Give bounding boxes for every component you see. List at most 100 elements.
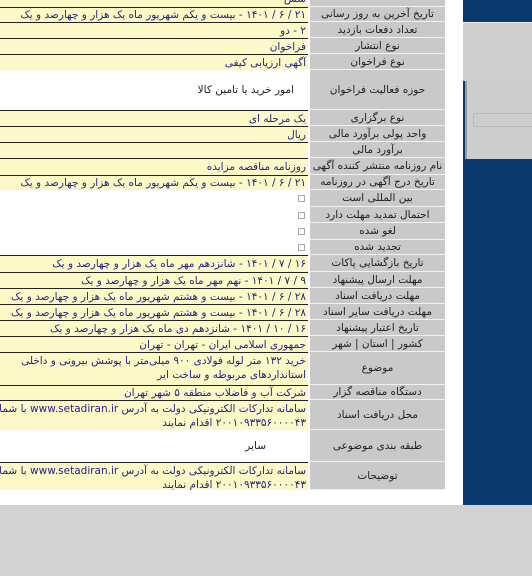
row-label (310, 0, 445, 7)
table-row: نام روزنامه منتشر کننده آگهی روزنامه مناق… (0, 158, 445, 175)
table-row: مهلت دریافت سایر اسناد ۲۸ / ۶ / ۱۴۰۱ - بی… (0, 304, 445, 320)
row-value: شش (0, 0, 308, 7)
table-row: نوع برگزاری یک مرحله ای (0, 110, 445, 126)
checkbox[interactable] (298, 211, 305, 219)
checkbox[interactable] (298, 244, 305, 251)
row-value (0, 142, 308, 158)
row-label: دستگاه مناقصه گزار (310, 385, 445, 400)
table-row: مهلت ارسال پیشنهاد ۹ / ۷ / ۱۴۰۱ - نهم مهر… (0, 272, 445, 288)
gutter (455, 0, 463, 505)
row-label: تاریخ اعتبار پیشنهاد (310, 320, 445, 336)
table-row: تاریخ درج آگهی در روزنامه ۲۱ / ۶ / ۱۴۰۱ -… (0, 175, 445, 190)
value-text: شرکت آب و فاضلاب منطقه ۵ شهر تهران (123, 387, 306, 399)
row-label: تعداد دفعات بازدید (310, 22, 445, 38)
value-line: سامانه تدارکات الکترونیکی دولت به آدرس w… (0, 403, 306, 415)
value-text: ۲۸ / ۶ / ۱۴۰۱ - بیست و هشتم شهریور ماه ی… (11, 290, 306, 303)
value-text: ۲۸ / ۶ / ۱۴۰۱ - بیست و هشتم شهریور ماه ی… (11, 306, 306, 319)
table-row: حوزه فعالیت فراخوان امور خرید یا تامین کا… (0, 70, 445, 110)
value-text: ۲۱ / ۶ / ۱۴۰۱ - بیست و یکم شهریور ماه یک… (20, 9, 306, 21)
table-row: کشور | استان | شهر جمهوری اسلامی ایران - … (0, 336, 445, 352)
table-row: شش (0, 0, 445, 7)
value-text: ۱۶ / ۱۰ / ۱۴۰۱ - شانزدهم دی ماه یک هزار … (50, 322, 306, 335)
row-value: ریال (0, 126, 308, 142)
row-value: ۹ / ۷ / ۱۴۰۱ - نهم مهر ماه یک هزار و چها… (0, 272, 308, 288)
value-line: ۲۰۰۱۰۹۳۳۵۶۰۰۰۰۴۳ اقدام نمایند (162, 417, 306, 429)
value-text: امور خرید یا تامین کالا (197, 84, 294, 96)
row-value: فراخوان (0, 38, 308, 54)
value-text: جمهوری اسلامی ایران - تهران - تهران (139, 338, 306, 351)
value-text: ۹ / ۷ / ۱۴۰۱ - نهم مهر ماه یک هزار و چها… (81, 274, 306, 287)
row-label: مهلت ارسال پیشنهاد (310, 272, 445, 288)
row-label: مهلت دریافت اسناد (310, 288, 445, 304)
side-panel-input[interactable] (473, 113, 532, 127)
table-row: طبقه بندی موضوعی سایر (0, 430, 445, 462)
row-label: تاریخ درج آگهی در روزنامه (310, 175, 445, 190)
row-value (0, 190, 308, 207)
table-row: نوع فراخوان آگهی ارزیابی کیفی (0, 54, 445, 70)
row-label: تاریخ بازگشایی پاکات (310, 255, 445, 272)
table-row: تجدید شده (0, 240, 445, 255)
table-row: بین المللی است (0, 190, 445, 207)
row-value: ۲۱ / ۶ / ۱۴۰۱ - بیست و یکم شهریور ماه یک… (0, 175, 308, 190)
row-label: مهلت دریافت سایر اسناد (310, 304, 445, 320)
row-label: محل دریافت اسناد (310, 400, 445, 430)
row-value: ۲۸ / ۶ / ۱۴۰۱ - بیست و هشتم شهریور ماه ی… (0, 304, 308, 320)
row-value: ۲۸ / ۶ / ۱۴۰۱ - بیست و هشتم شهریور ماه ی… (0, 288, 308, 304)
row-label: تجدید شده (310, 240, 445, 255)
tender-details-panel: شش تاریخ آخرین به روز رسانی ۲۱ / ۶ / ۱۴۰۱ … (0, 0, 455, 505)
table-row: واحد پولی برآورد مالی ریال (0, 126, 445, 142)
row-label: واحد پولی برآورد مالی (310, 126, 445, 142)
table-row: دستگاه مناقصه گزار شرکت آب و فاضلاب منطقه… (0, 385, 445, 400)
row-value: ۲ - دو (0, 22, 308, 38)
row-value: یک مرحله ای (0, 110, 308, 126)
value-text: ۱۶ / ۷ / ۱۴۰۱ - شانزدهم مهر ماه یک هزار … (52, 258, 306, 270)
table-row: تعداد دفعات بازدید ۲ - دو (0, 22, 445, 38)
row-label: موضوع (310, 352, 445, 385)
row-value: ۱۶ / ۱۰ / ۱۴۰۱ - شانزدهم دی ماه یک هزار … (0, 320, 308, 336)
table-row: موضوع خرید ۱۳۲ متر لوله فولادی ۹۰۰ میلی‌م… (0, 352, 445, 385)
value-text: سایر (245, 440, 266, 452)
table-row: توضیحات سامانه تدارکات الکترونیکی دولت به… (0, 462, 445, 490)
side-panel-search-box (465, 81, 532, 159)
value-line: ۲۰۰۱۰۹۳۳۵۶۰۰۰۰۴۳ اقدام نمایند (162, 479, 306, 490)
table-row: تاریخ آخرین به روز رسانی ۲۱ / ۶ / ۱۴۰۱ - … (0, 7, 445, 22)
value-line: استانداردهای مربوطه و ساخت ایر (157, 369, 306, 381)
row-value (0, 223, 308, 240)
value-line: سامانه تدارکات الکترونیکی دولت به آدرس w… (0, 465, 306, 477)
row-value (0, 207, 308, 223)
row-value: سایر (0, 430, 308, 462)
row-label: طبقه بندی موضوعی (310, 430, 445, 462)
value-line: خرید ۱۳۲ متر لوله فولادی ۹۰۰ میلی‌متر با… (21, 355, 306, 367)
row-value: ۱۶ / ۷ / ۱۴۰۱ - شانزدهم مهر ماه یک هزار … (0, 255, 308, 272)
value-text: آگهی ارزیابی کیفی (224, 56, 306, 69)
row-value: سامانه تدارکات الکترونیکی دولت به آدرس w… (0, 462, 308, 490)
row-label: توضیحات (310, 462, 445, 490)
checkbox[interactable] (298, 195, 305, 202)
row-label: لغو شده (310, 223, 445, 240)
side-panel (463, 0, 532, 505)
table-row: مهلت دریافت اسناد ۲۸ / ۶ / ۱۴۰۱ - بیست و … (0, 288, 445, 304)
row-label: حوزه فعالیت فراخوان (310, 70, 445, 110)
checkbox[interactable] (298, 228, 305, 235)
row-value: جمهوری اسلامی ایران - تهران - تهران (0, 336, 308, 352)
value-text: ۲۱ / ۶ / ۱۴۰۱ - بیست و یکم شهریور ماه یک… (20, 177, 306, 189)
row-value: امور خرید یا تامین کالا (0, 70, 308, 110)
table-row: لغو شده (0, 223, 445, 240)
table-row: تاریخ اعتبار پیشنهاد ۱۶ / ۱۰ / ۱۴۰۱ - شان… (0, 320, 445, 336)
row-label: تاریخ آخرین به روز رسانی (310, 7, 445, 22)
row-label: نوع انتشار (310, 38, 445, 54)
value-text: ریال (287, 128, 306, 141)
row-label: بین المللی است (310, 190, 445, 207)
row-label: کشور | استان | شهر (310, 336, 445, 352)
value-text: شش (284, 0, 306, 5)
side-panel-header-box (463, 22, 532, 81)
table-row: نوع انتشار فراخوان (0, 38, 445, 54)
table-row: احتمال تمدید مهلت دارد (0, 207, 445, 223)
row-value: خرید ۱۳۲ متر لوله فولادی ۹۰۰ میلی‌متر با… (0, 352, 308, 385)
row-label: احتمال تمدید مهلت دارد (310, 207, 445, 223)
value-text: روزنامه مناقصه مزایده (206, 161, 306, 173)
row-value: آگهی ارزیابی کیفی (0, 54, 308, 70)
table-row: برآورد مالی (0, 142, 445, 158)
row-value (0, 240, 308, 255)
row-value: ۲۱ / ۶ / ۱۴۰۱ - بیست و یکم شهریور ماه یک… (0, 7, 308, 22)
